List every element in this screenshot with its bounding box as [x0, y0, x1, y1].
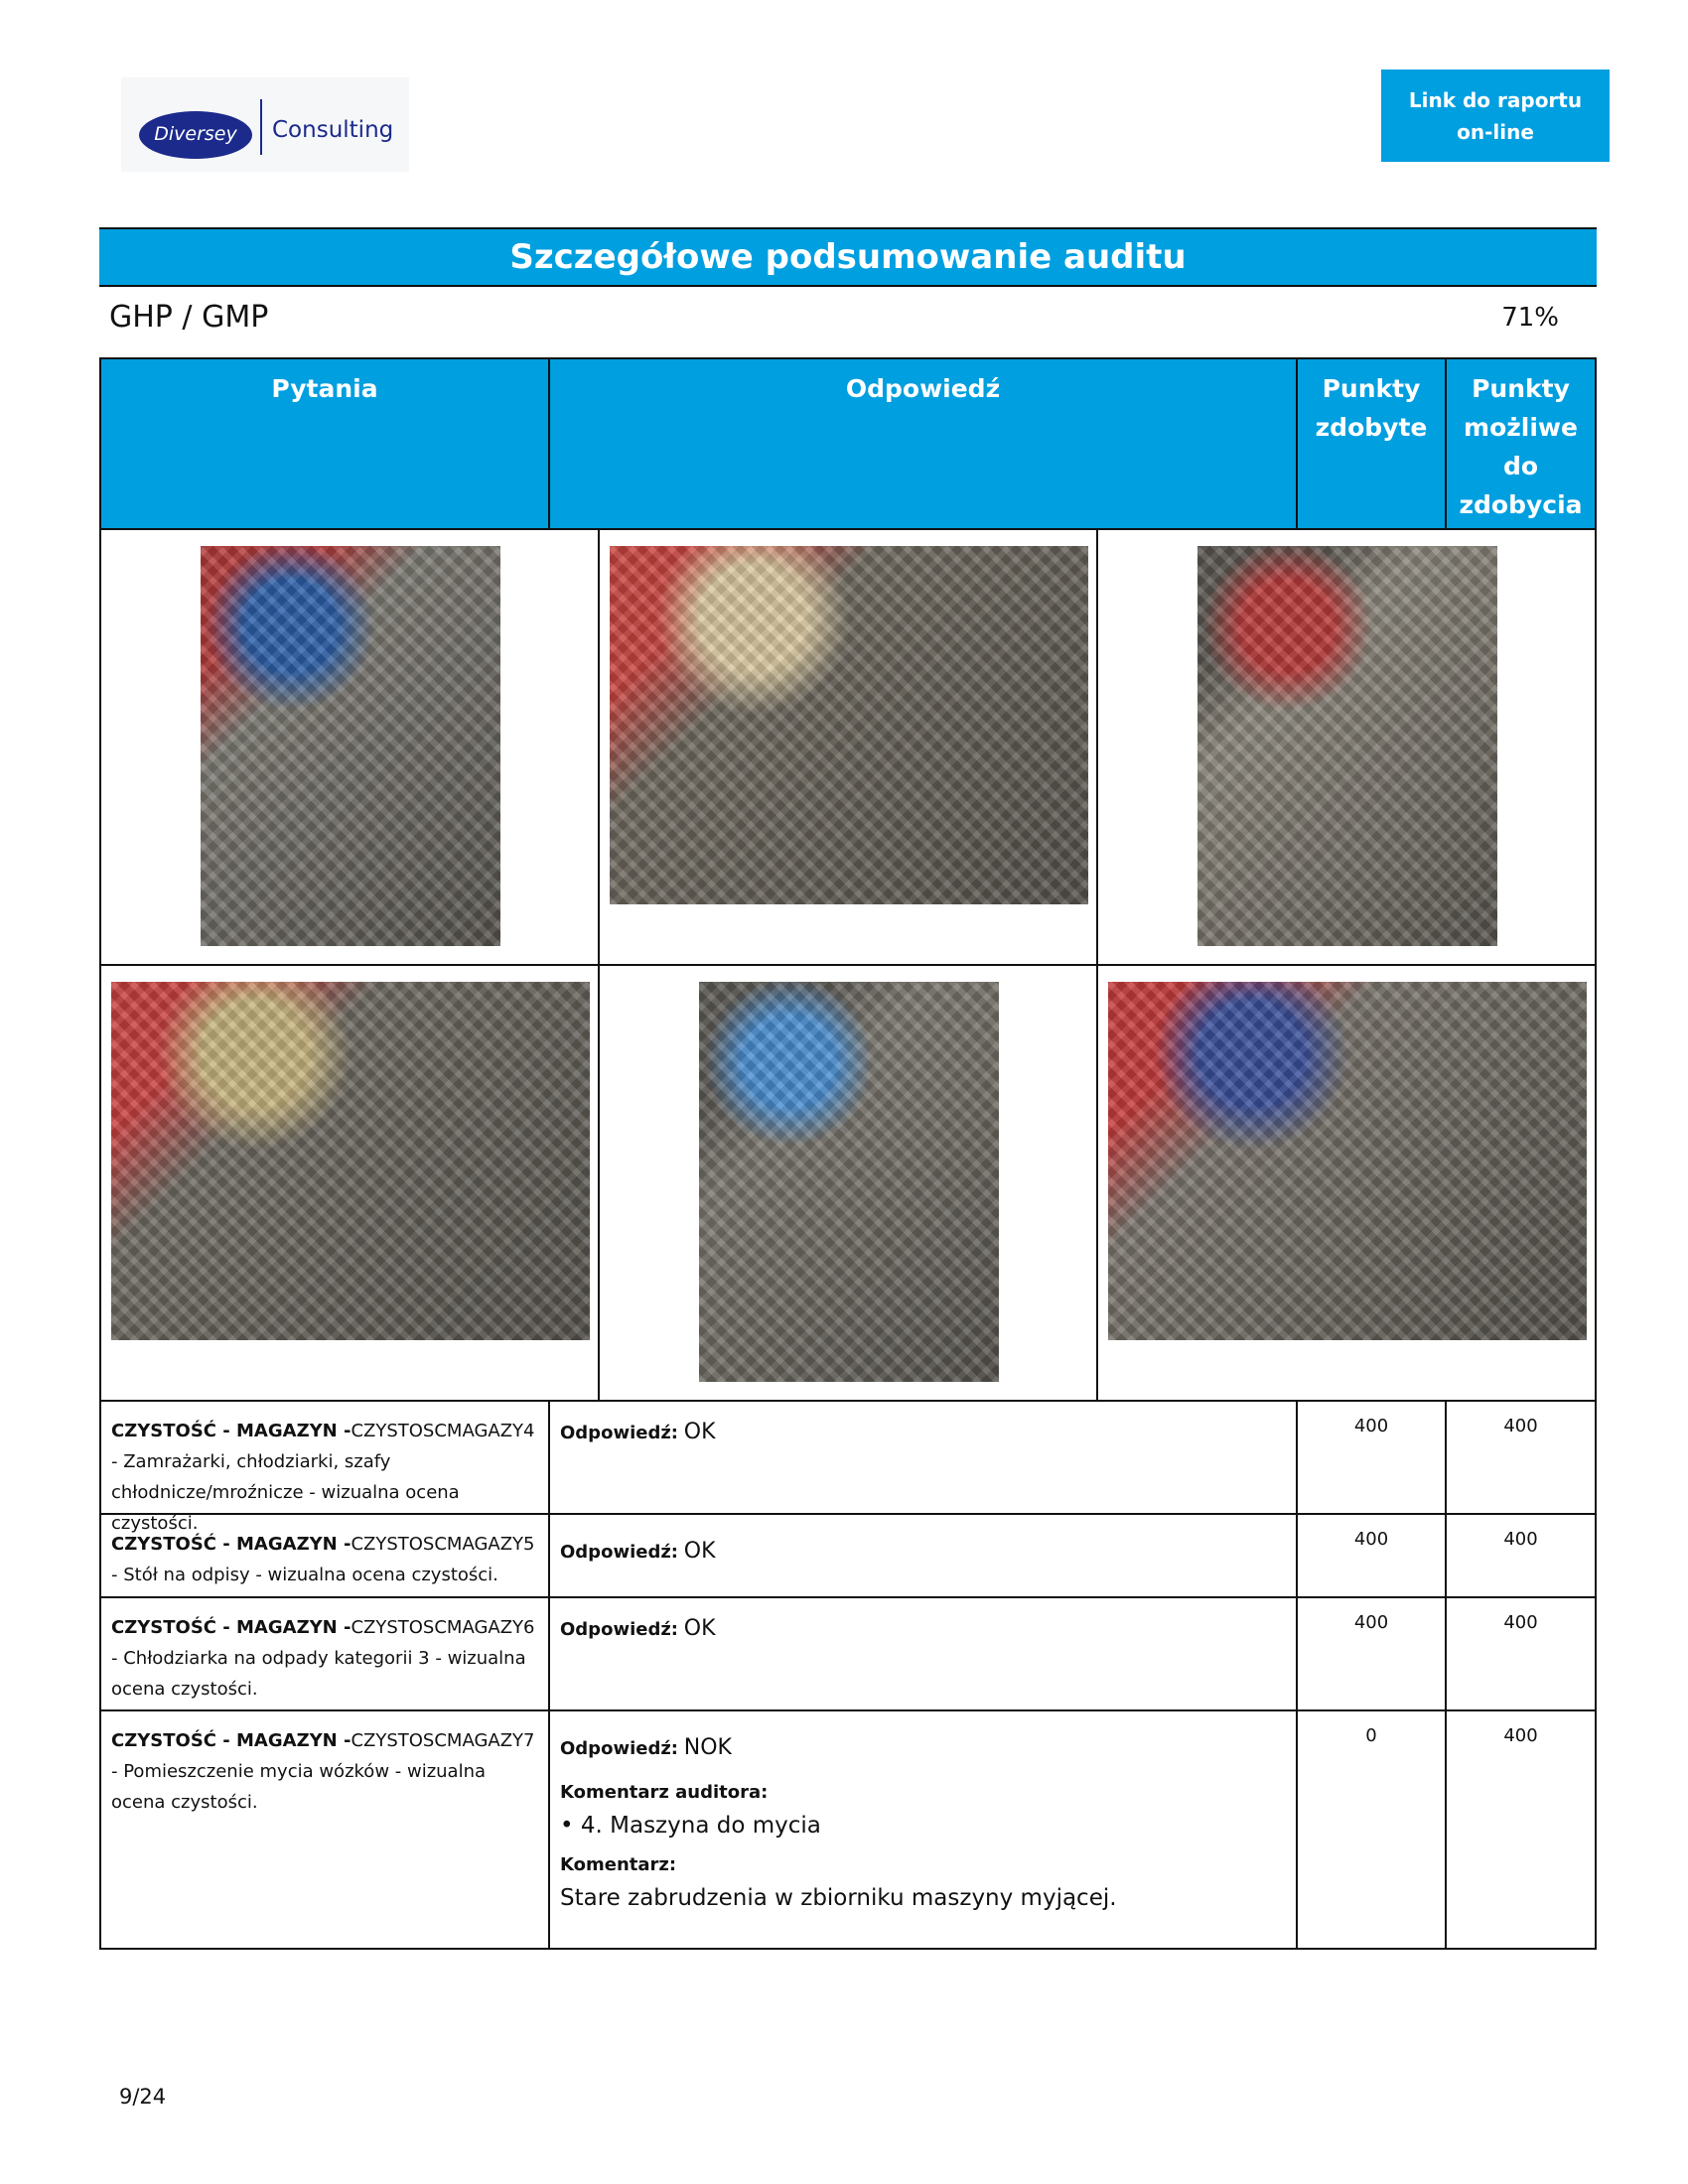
points-possible: 400	[1503, 1612, 1538, 1633]
points-earned: 400	[1298, 1515, 1447, 1596]
section-name: GHP / GMP	[109, 300, 269, 335]
points-possible: 400	[1503, 1725, 1538, 1746]
answer-value: NOK	[683, 1735, 732, 1760]
diversey-logo-mark: Diversey	[139, 111, 252, 159]
photo-row-2	[101, 964, 1595, 1400]
question-cell: CZYSTOŚĆ - MAGAZYN -CZYSTOSCMAGAZY7 - Po…	[101, 1711, 550, 1948]
answer-label: Odpowiedź:	[560, 1738, 679, 1759]
comment-label: Komentarz:	[560, 1854, 677, 1875]
column-header-questions: Pytania	[101, 359, 550, 528]
table-row: CZYSTOŚĆ - MAGAZYN -CZYSTOSCMAGAZY5 - St…	[101, 1513, 1595, 1596]
diamond-plate-texture	[201, 546, 500, 946]
question-cell: CZYSTOŚĆ - MAGAZYN -CZYSTOSCMAGAZY5 - St…	[101, 1515, 550, 1596]
points-possible: 400	[1503, 1416, 1538, 1436]
answer-value: OK	[683, 1616, 716, 1641]
diamond-plate-texture	[111, 982, 590, 1340]
diamond-plate-texture	[1197, 546, 1497, 946]
photo-cell	[600, 530, 1098, 964]
question-cell: CZYSTOŚĆ - MAGAZYN -CZYSTOSCMAGAZY6 - Ch…	[101, 1598, 550, 1709]
column-header-answer: Odpowiedź	[550, 359, 1298, 528]
audit-photo[interactable]	[201, 546, 500, 946]
question-category: CZYSTOŚĆ - MAGAZYN -	[111, 1730, 352, 1751]
diversey-consulting-logo: Diversey Consulting	[121, 77, 409, 172]
table-row: CZYSTOŚĆ - MAGAZYN -CZYSTOSCMAGAZY6 - Ch…	[101, 1596, 1595, 1709]
audit-table: Pytania Odpowiedź Punkty zdobyte Punkty …	[99, 357, 1597, 1950]
audit-photo[interactable]	[1197, 546, 1497, 946]
audit-photo[interactable]	[111, 982, 590, 1340]
photo-cell	[1098, 530, 1595, 964]
answer-label: Odpowiedź:	[560, 1542, 679, 1563]
answer-cell: Odpowiedź: OK	[550, 1515, 1298, 1596]
answer-cell: Odpowiedź: OK	[550, 1402, 1298, 1513]
answer-label: Odpowiedź:	[560, 1619, 679, 1640]
question-category: CZYSTOŚĆ - MAGAZYN -	[111, 1421, 352, 1441]
page-title: Szczegółowe podsumowanie auditu	[99, 227, 1597, 287]
photo-cell	[101, 966, 600, 1400]
page-number: 9/24	[119, 2085, 167, 2109]
photo-cell	[1098, 966, 1595, 1400]
answer-label: Odpowiedź:	[560, 1423, 679, 1443]
question-category: CZYSTOŚĆ - MAGAZYN -	[111, 1617, 352, 1638]
answer-value: OK	[683, 1539, 716, 1564]
table-header: Pytania Odpowiedź Punkty zdobyte Punkty …	[101, 359, 1595, 528]
question-category: CZYSTOŚĆ - MAGAZYN -	[111, 1534, 352, 1555]
logo-division-text: Consulting	[272, 117, 394, 143]
points-earned: 0	[1298, 1711, 1447, 1948]
diamond-plate-texture	[1108, 982, 1587, 1340]
table-row: CZYSTOŚĆ - MAGAZYN -CZYSTOSCMAGAZY7 - Po…	[101, 1709, 1595, 1948]
auditor-comment: • 4. Maszyna do mycia	[560, 1813, 821, 1839]
online-report-link-button[interactable]: Link do raportu on-line	[1381, 69, 1610, 162]
audit-photo[interactable]	[699, 982, 999, 1382]
diamond-plate-texture	[699, 982, 999, 1382]
answer-value: OK	[683, 1420, 716, 1444]
photo-cell	[101, 530, 600, 964]
audit-photo[interactable]	[610, 546, 1088, 904]
comment-text: Stare zabrudzenia w zbiorniku maszyny my…	[560, 1885, 1117, 1911]
diamond-plate-texture	[610, 546, 1088, 904]
photo-cell	[600, 966, 1098, 1400]
answer-cell: Odpowiedź: OK	[550, 1598, 1298, 1709]
column-header-points-earned: Punkty zdobyte	[1298, 359, 1447, 528]
photo-row-1	[101, 528, 1595, 964]
answer-cell: Odpowiedź: NOK Komentarz auditora: • 4. …	[550, 1711, 1298, 1948]
table-row: CZYSTOŚĆ - MAGAZYN -CZYSTOSCMAGAZY4 - Za…	[101, 1400, 1595, 1534]
question-cell: CZYSTOŚĆ - MAGAZYN -CZYSTOSCMAGAZY4 - Za…	[101, 1402, 550, 1534]
logo-divider	[260, 99, 262, 155]
section-score: 71%	[1501, 303, 1559, 333]
points-possible: 400	[1503, 1529, 1538, 1550]
audit-photo[interactable]	[1108, 982, 1587, 1340]
auditor-comment-label: Komentarz auditora:	[560, 1782, 769, 1803]
points-earned: 400	[1298, 1598, 1447, 1709]
column-header-points-possible: Punkty możliwe do zdobycia	[1459, 374, 1583, 519]
points-earned: 400	[1298, 1402, 1447, 1513]
